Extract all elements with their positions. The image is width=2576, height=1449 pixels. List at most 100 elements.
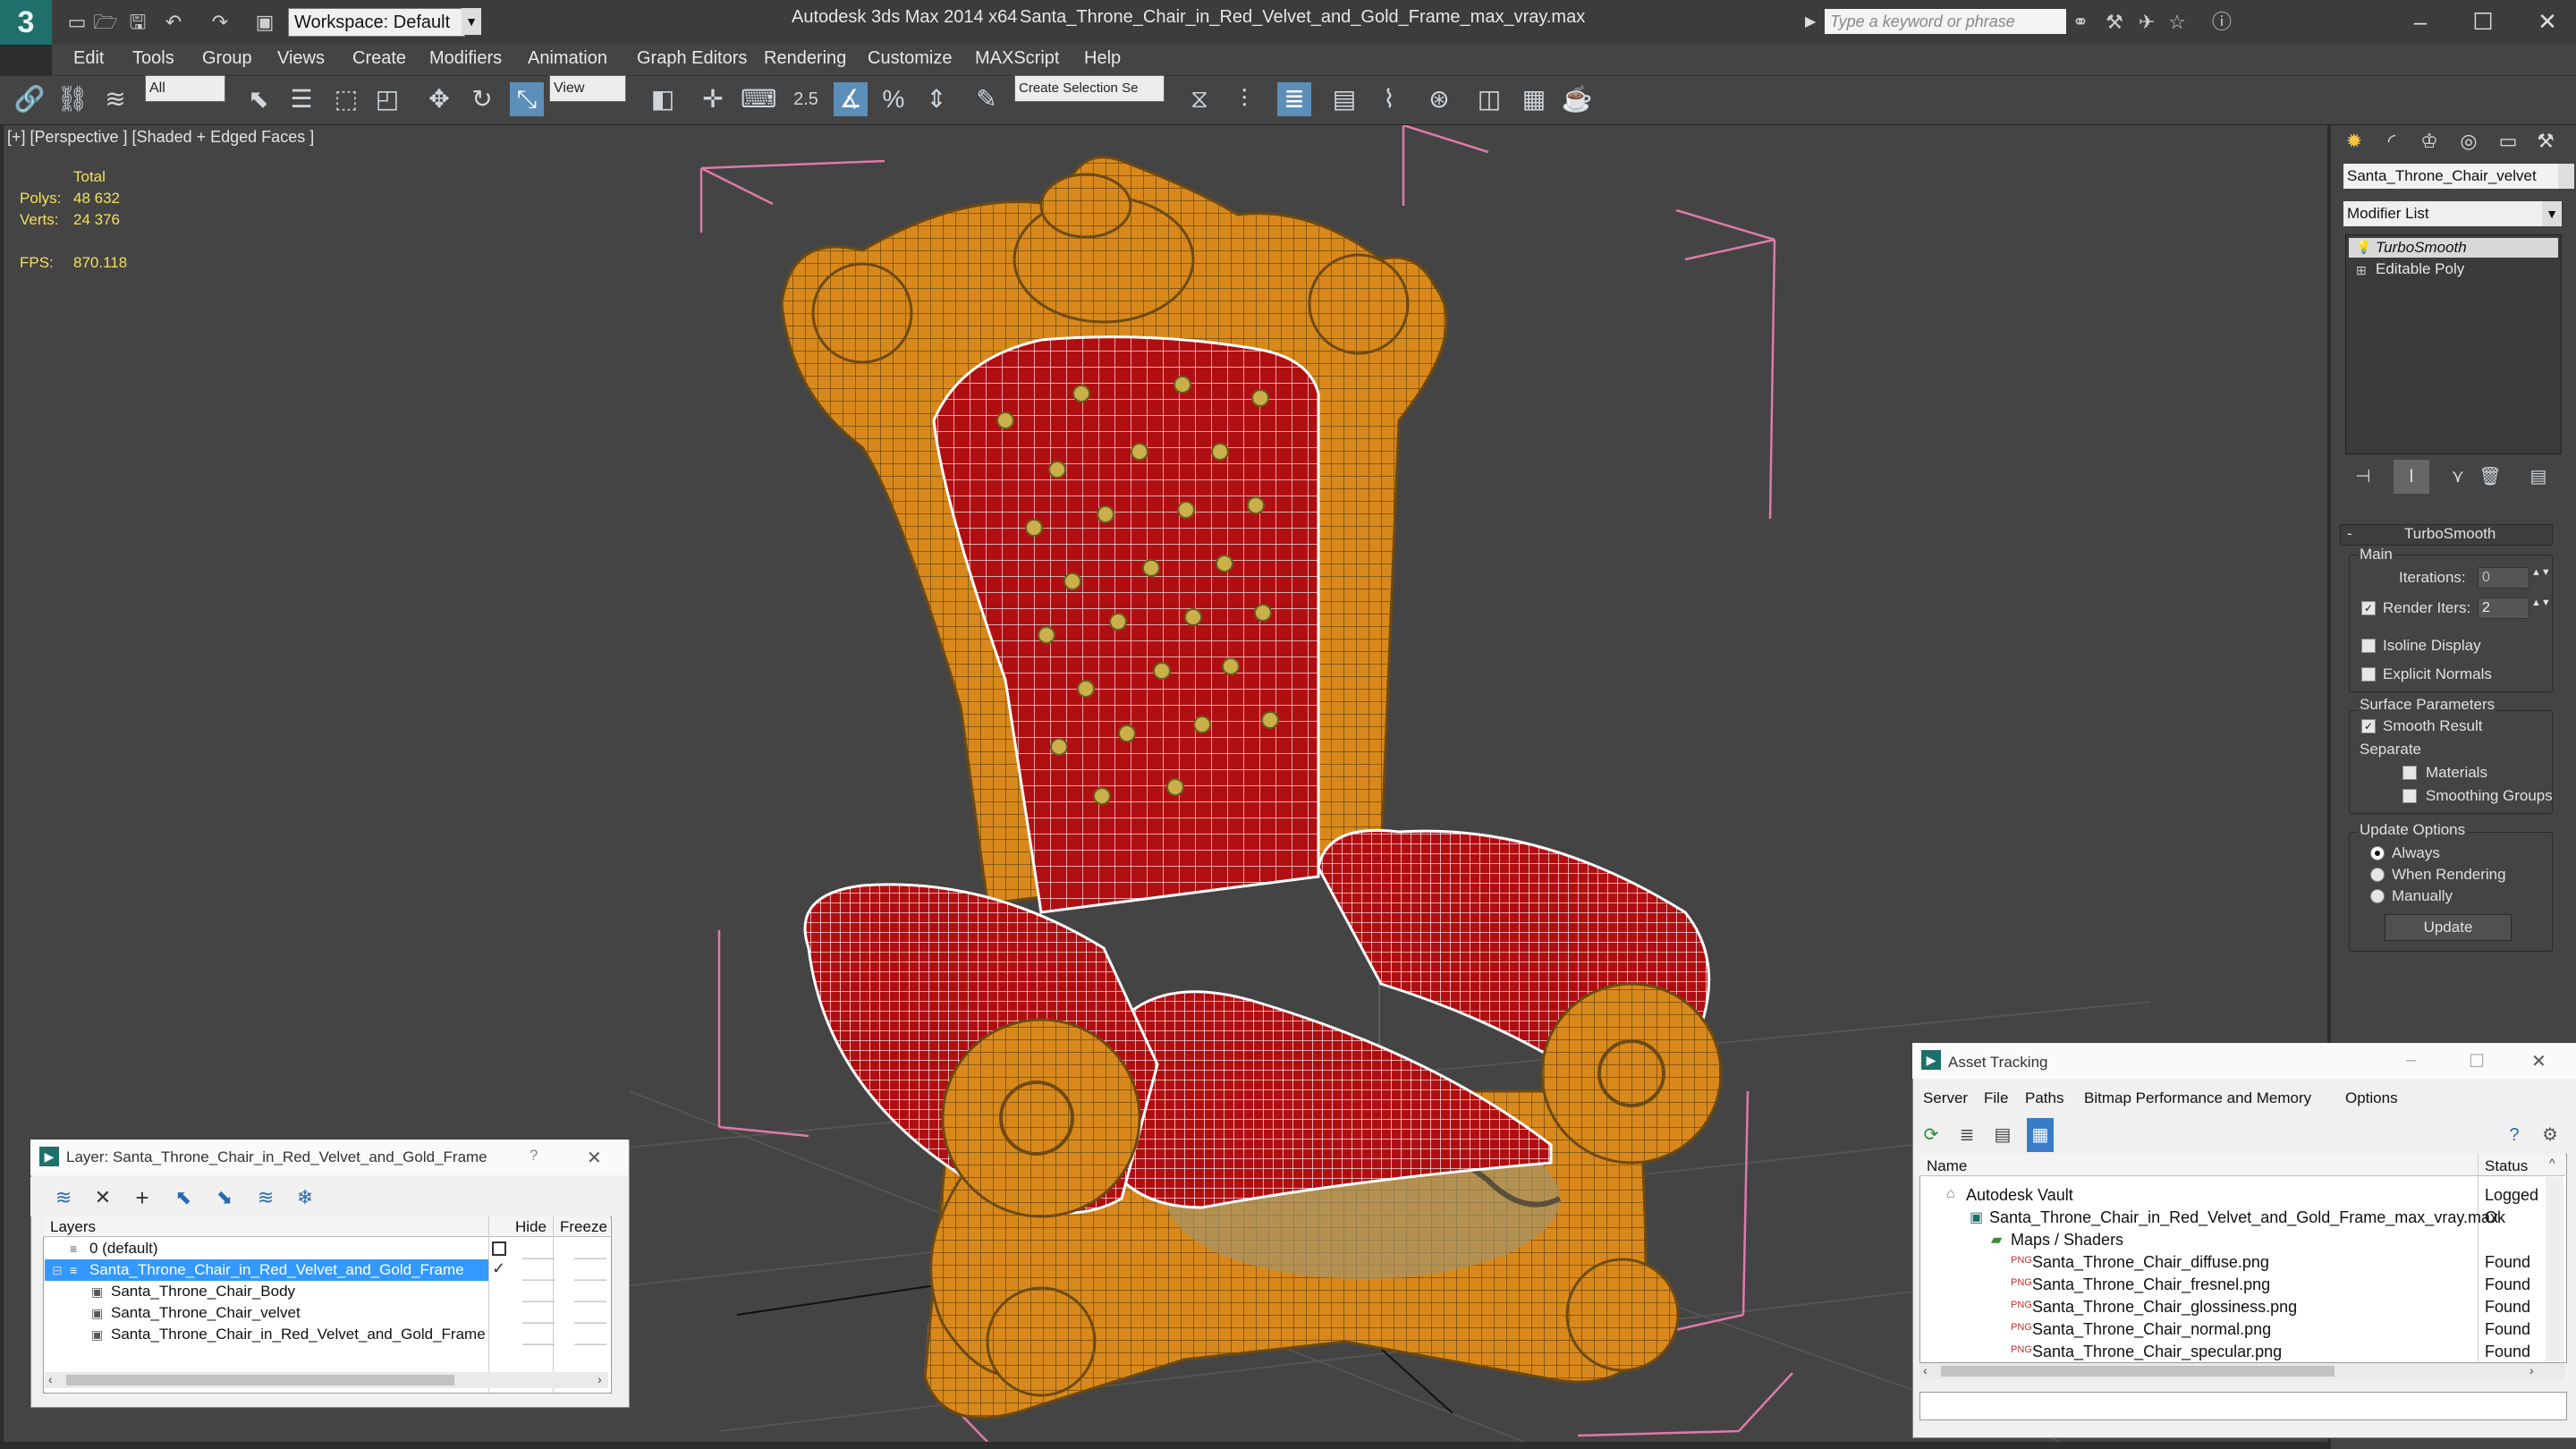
render-setup-icon[interactable]: ▦ <box>1517 82 1551 116</box>
freeze-column-header[interactable]: Freeze <box>560 1218 607 1236</box>
schematic-view-icon[interactable]: ⊛ <box>1422 82 1456 116</box>
scale-icon[interactable]: ⤡ <box>510 82 544 116</box>
menu-file[interactable]: File <box>1984 1089 2008 1107</box>
asset-row-vault[interactable]: Autodesk Vault <box>1921 1184 2563 1207</box>
name-column-header[interactable]: Name <box>1927 1157 1967 1175</box>
table-view-icon[interactable]: ▦ <box>2027 1118 2054 1152</box>
current-layer-toggle[interactable] <box>492 1241 506 1256</box>
search-input[interactable]: Type a keyword or phrase <box>1825 9 2066 34</box>
asset-path-field[interactable] <box>1919 1392 2567 1420</box>
when-rendering-radio[interactable] <box>2370 868 2385 882</box>
collapse-minus-icon[interactable]: ⊟ <box>52 1263 63 1278</box>
new-layer-icon[interactable]: ≋ <box>47 1181 80 1215</box>
modify-tab-icon[interactable]: ◜ <box>2374 125 2410 157</box>
open-file-icon[interactable]: 🗁 <box>93 11 118 34</box>
keyboard-shortcut-icon[interactable]: ⌨ <box>741 82 776 116</box>
close-icon[interactable]: ✕ <box>2521 4 2574 39</box>
delete-layer-icon[interactable]: ✕ <box>86 1181 120 1215</box>
project-folder-icon[interactable]: ▣ <box>252 11 277 34</box>
rotate-icon[interactable]: ↻ <box>465 82 499 116</box>
spinner-arrows-icon[interactable]: ▲▼ <box>2531 567 2551 578</box>
highlight-selected-icon[interactable]: ⬊ <box>208 1181 242 1215</box>
close-icon[interactable]: ✕ <box>587 1147 602 1169</box>
menu-options[interactable]: Options <box>2345 1089 2398 1107</box>
smoothing-groups-checkbox[interactable] <box>2402 789 2417 803</box>
list-view-icon[interactable]: ≣ <box>1953 1118 1980 1152</box>
modifier-list-dropdown[interactable]: Modifier List <box>2343 201 2544 226</box>
layer-row-selected[interactable]: Santa_Throne_Chair_in_Red_Velvet_and_Gol… <box>45 1259 488 1281</box>
make-unique-icon[interactable]: ⋎ <box>2440 460 2476 494</box>
render-iters-spinner[interactable]: 2 <box>2478 597 2529 619</box>
explicit-normals-checkbox[interactable] <box>2361 667 2376 682</box>
align-icon[interactable]: ⫶ <box>1227 82 1261 116</box>
selection-set-dropdown[interactable]: Create Selection Se <box>1014 75 1165 102</box>
chevron-down-icon[interactable]: ▼ <box>2542 201 2562 226</box>
remove-modifier-icon[interactable]: 🗑 <box>2472 460 2508 494</box>
settings-icon[interactable]: ⚙ <box>2537 1118 2563 1152</box>
save-icon[interactable]: 🖫 <box>125 11 150 34</box>
new-file-icon[interactable]: ▭ <box>64 11 89 34</box>
selection-filter-dropdown[interactable]: All <box>145 75 225 102</box>
add-to-layer-icon[interactable]: + <box>125 1181 159 1215</box>
menu-tools[interactable]: Tools <box>132 48 174 69</box>
menu-help[interactable]: Help <box>1084 48 1121 69</box>
smooth-result-checkbox[interactable]: ✓ <box>2361 719 2376 733</box>
workspace-dropdown[interactable]: Workspace: Default <box>288 8 465 37</box>
percent-snap-icon[interactable]: % <box>877 82 911 116</box>
expand-plus-icon[interactable]: ⊞ <box>2356 263 2367 278</box>
minimize-icon[interactable]: – <box>2406 1050 2416 1071</box>
stack-item-turbosmooth[interactable]: TurboSmooth <box>2349 238 2558 258</box>
hide-all-layers-icon[interactable]: ≋ <box>249 1181 283 1215</box>
select-link-icon[interactable]: 🔗 <box>13 82 47 116</box>
menu-maxscript[interactable]: MAXScript <box>975 48 1059 69</box>
scroll-left-icon[interactable]: ‹ <box>48 1372 53 1386</box>
spinner-snap-icon[interactable]: ⇕ <box>919 82 953 116</box>
menu-paths[interactable]: Paths <box>2025 1089 2063 1107</box>
asset-row-max-file[interactable]: Santa_Throne_Chair_in_Red_Velvet_and_Gol… <box>1921 1207 2498 1229</box>
window-crossing-icon[interactable]: ◰ <box>370 82 404 116</box>
throne-chair-model[interactable] <box>780 156 1723 1419</box>
chevron-down-icon[interactable]: ▼ <box>462 8 481 35</box>
motion-tab-icon[interactable]: ◎ <box>2451 125 2487 157</box>
manually-radio[interactable] <box>2370 889 2385 903</box>
layers-column-header[interactable]: Layers <box>50 1218 96 1236</box>
freeze-all-layers-icon[interactable]: ❄ <box>288 1181 322 1215</box>
scroll-left-icon[interactable]: ‹ <box>1923 1363 1928 1377</box>
menu-graph-editors[interactable]: Graph Editors <box>637 48 747 69</box>
select-by-name-icon[interactable]: ☰ <box>284 82 318 116</box>
menu-modifiers[interactable]: Modifiers <box>429 48 502 69</box>
viewport-label[interactable]: [+] [Perspective ] [Shaded + Edged Faces… <box>7 128 314 147</box>
display-tab-icon[interactable]: ▭ <box>2490 125 2526 157</box>
menu-edit[interactable]: Edit <box>73 48 104 69</box>
binoculars-icon[interactable]: ⚭ <box>2068 11 2093 34</box>
bind-space-warp-icon[interactable]: ≋ <box>98 82 132 116</box>
menu-rendering[interactable]: Rendering <box>764 48 846 69</box>
help-icon[interactable]: ? <box>530 1147 538 1165</box>
close-icon[interactable]: ✕ <box>2531 1050 2546 1072</box>
curve-editor-icon[interactable]: ⌇ <box>1372 82 1406 116</box>
unlink-icon[interactable]: ⛓ <box>55 82 89 116</box>
create-tab-icon[interactable]: ✹ <box>2336 125 2372 157</box>
snaps-toggle-icon[interactable]: 2.5 <box>789 82 823 116</box>
spinner-arrows-icon[interactable]: ▲▼ <box>2531 597 2551 608</box>
bulb-icon[interactable]: 💡 <box>2356 240 2371 255</box>
current-layer-check-icon[interactable]: ✓ <box>492 1259 505 1278</box>
minimize-icon[interactable]: – <box>2394 4 2447 39</box>
menu-bitmap-performance[interactable]: Bitmap Performance and Memory <box>2084 1089 2311 1107</box>
communication-icon[interactable]: ✈ <box>2134 11 2159 34</box>
tree-view-icon[interactable]: ▤ <box>1989 1118 2016 1152</box>
pin-stack-icon[interactable]: ⊣ <box>2345 460 2381 494</box>
favorites-icon[interactable]: ☆ <box>2165 11 2190 34</box>
edit-named-sets-icon[interactable]: ✎ <box>970 82 1004 116</box>
status-column-header[interactable]: Status <box>2485 1157 2528 1175</box>
configure-sets-icon[interactable]: ▤ <box>2521 460 2556 494</box>
hide-column-values[interactable]: ——— ——— ——— ——— ——— <box>522 1247 555 1354</box>
render-teapot-icon[interactable]: ☕ <box>1560 82 1594 116</box>
material-editor-icon[interactable]: ◫ <box>1472 82 1506 116</box>
scroll-up-icon[interactable]: ^ <box>2549 1156 2555 1170</box>
redo-icon[interactable]: ↷ <box>208 11 233 34</box>
menu-animation[interactable]: Animation <box>528 48 607 69</box>
expand-icon[interactable]: ▶ <box>1805 11 1821 34</box>
help-icon[interactable]: ⓘ <box>2209 11 2234 34</box>
rect-selection-icon[interactable]: ⬚ <box>329 82 363 116</box>
